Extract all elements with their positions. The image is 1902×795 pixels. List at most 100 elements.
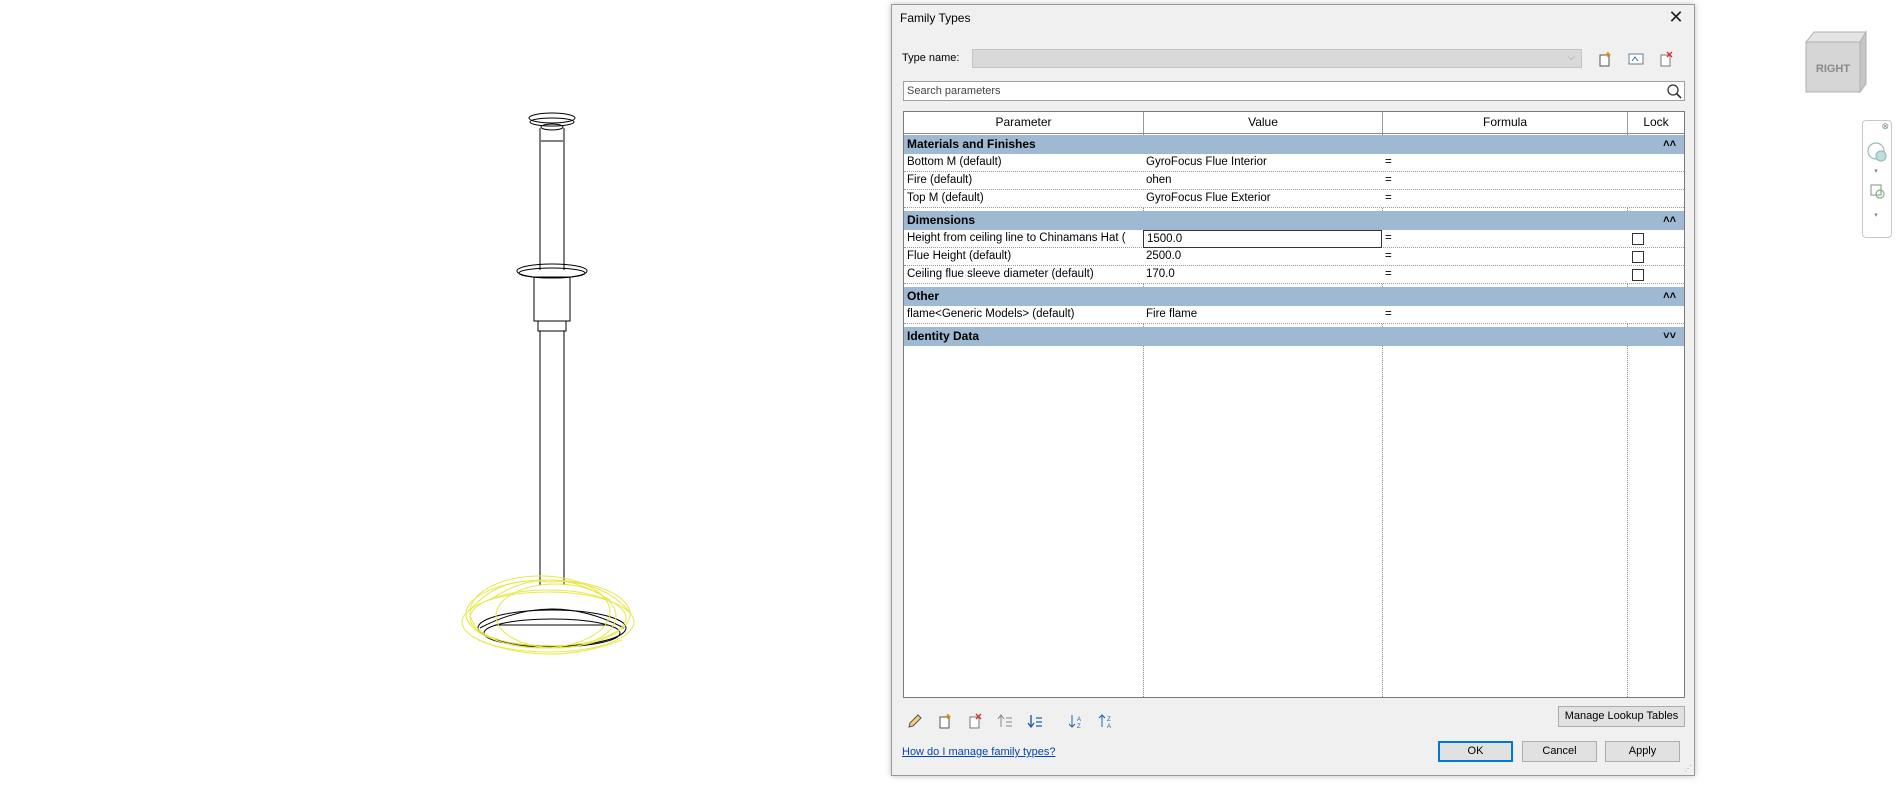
delete-parameter-button[interactable] bbox=[964, 711, 986, 731]
parameter-name: Top M (default) bbox=[907, 192, 984, 204]
manage-lookup-tables-button[interactable]: Manage Lookup Tables bbox=[1558, 706, 1685, 727]
parameter-formula[interactable]: = bbox=[1382, 306, 1627, 323]
column-header-formula[interactable]: Formula bbox=[1383, 112, 1628, 133]
group-title: Other bbox=[907, 289, 940, 303]
rename-type-icon bbox=[1628, 53, 1644, 65]
expand-icon[interactable]: ˅˅ bbox=[1663, 327, 1676, 346]
flame-wireframe bbox=[461, 575, 635, 655]
search-parameters-field[interactable] bbox=[903, 81, 1685, 101]
lock-checkbox[interactable] bbox=[1632, 269, 1644, 281]
lock-checkbox[interactable] bbox=[1632, 233, 1644, 245]
new-type-icon bbox=[1599, 52, 1611, 67]
close-icon[interactable]: ✕ bbox=[1666, 8, 1686, 28]
sort-descending-icon: ZA bbox=[1098, 714, 1111, 729]
svg-text:▾: ▾ bbox=[1874, 212, 1878, 219]
flue-model bbox=[477, 112, 627, 648]
move-up-button[interactable] bbox=[994, 711, 1016, 731]
parameter-row[interactable]: Height from ceiling line to Chinamans Ha… bbox=[904, 230, 1684, 248]
parameter-lock bbox=[1627, 154, 1684, 171]
parameters-grid: Parameter Value Formula Lock Materials a… bbox=[903, 111, 1685, 698]
collapse-icon[interactable]: ˄˄ bbox=[1663, 135, 1676, 154]
move-down-button[interactable] bbox=[1024, 711, 1046, 731]
parameter-name: Fire (default) bbox=[907, 174, 973, 186]
parameter-formula[interactable]: = bbox=[1382, 248, 1627, 265]
column-header-value[interactable]: Value bbox=[1144, 112, 1383, 133]
type-name-label: Type name: bbox=[902, 52, 960, 64]
parameter-name: Height from ceiling line to Chinamans Ha… bbox=[907, 232, 1126, 244]
zoom-icon bbox=[1870, 184, 1885, 199]
parameter-row[interactable]: Fire (default) ohen = bbox=[904, 172, 1684, 190]
new-type-button[interactable] bbox=[1595, 49, 1615, 69]
model-view-canvas[interactable] bbox=[0, 0, 890, 795]
sort-ascending-icon: AZ bbox=[1068, 715, 1081, 729]
rename-type-button[interactable] bbox=[1626, 49, 1646, 69]
group-title: Identity Data bbox=[907, 329, 980, 343]
navbar-tools: ▾ ▾ bbox=[1867, 142, 1887, 219]
move-up-icon bbox=[997, 714, 1012, 727]
svg-text:A: A bbox=[1107, 724, 1111, 729]
parameter-row[interactable]: Ceiling flue sleeve diameter (default) 1… bbox=[904, 266, 1684, 284]
navigation-bar[interactable]: ⊗ ▾ ▾ bbox=[1862, 120, 1892, 238]
group-other[interactable]: Other ˄˄ bbox=[904, 287, 1684, 306]
column-header-parameter[interactable]: Parameter bbox=[904, 112, 1144, 133]
delete-type-icon bbox=[1660, 51, 1673, 67]
svg-text:A: A bbox=[1077, 717, 1081, 723]
parameter-formula[interactable]: = bbox=[1382, 230, 1627, 247]
parameter-value[interactable]: Fire flame bbox=[1143, 306, 1382, 323]
parameter-value-input[interactable]: 1500.0 bbox=[1143, 230, 1382, 248]
parameter-value[interactable]: 2500.0 bbox=[1143, 248, 1382, 265]
new-parameter-button[interactable] bbox=[934, 711, 956, 731]
sort-descending-button[interactable]: ZA bbox=[1095, 711, 1117, 731]
parameter-lock bbox=[1627, 306, 1684, 323]
parameter-formula[interactable]: = bbox=[1382, 190, 1627, 207]
resize-grip-icon[interactable]: ⋰ bbox=[1684, 764, 1692, 773]
grid-header: Parameter Value Formula Lock bbox=[904, 112, 1684, 134]
navbar-close-icon[interactable]: ⊗ bbox=[1881, 121, 1889, 132]
parameter-lock bbox=[1627, 248, 1684, 265]
steering-wheel-icon bbox=[1867, 142, 1887, 162]
svg-text:▾: ▾ bbox=[1874, 168, 1878, 175]
group-identity-data[interactable]: Identity Data ˅˅ bbox=[904, 327, 1684, 346]
svg-text:Z: Z bbox=[1077, 724, 1081, 729]
dialog-title: Family Types bbox=[900, 11, 971, 25]
parameter-value[interactable]: ohen bbox=[1143, 172, 1382, 189]
parameter-lock bbox=[1627, 172, 1684, 189]
viewcube-face-label: RIGHT bbox=[1816, 63, 1851, 75]
parameter-formula[interactable]: = bbox=[1382, 154, 1627, 171]
help-link[interactable]: How do I manage family types? bbox=[902, 746, 1055, 758]
group-dimensions[interactable]: Dimensions ˄˄ bbox=[904, 211, 1684, 230]
ok-button[interactable]: OK bbox=[1438, 741, 1513, 762]
parameter-row[interactable]: flame<Generic Models> (default) Fire fla… bbox=[904, 306, 1684, 324]
search-icon[interactable] bbox=[1666, 83, 1682, 99]
family-types-dialog: Family Types ✕ Type name: ⌵ Parameter Va… bbox=[891, 4, 1695, 776]
apply-button[interactable]: Apply bbox=[1605, 741, 1680, 762]
parameter-row[interactable]: Bottom M (default) GyroFocus Flue Interi… bbox=[904, 154, 1684, 172]
cancel-button[interactable]: Cancel bbox=[1522, 741, 1597, 762]
parameter-value[interactable]: GyroFocus Flue Interior bbox=[1143, 154, 1382, 171]
collapse-icon[interactable]: ˄˄ bbox=[1663, 287, 1676, 306]
new-parameter-icon bbox=[939, 714, 951, 729]
delete-parameter-icon bbox=[969, 713, 982, 729]
move-down-icon bbox=[1027, 715, 1042, 729]
search-input[interactable] bbox=[904, 82, 1650, 99]
type-name-select[interactable]: ⌵ bbox=[972, 49, 1582, 68]
column-header-lock[interactable]: Lock bbox=[1628, 112, 1684, 133]
parameter-formula[interactable]: = bbox=[1382, 266, 1627, 283]
parameter-lock bbox=[1627, 266, 1684, 283]
parameter-row[interactable]: Top M (default) GyroFocus Flue Exterior … bbox=[904, 190, 1684, 208]
sort-ascending-button[interactable]: AZ bbox=[1065, 711, 1087, 731]
parameter-formula[interactable]: = bbox=[1382, 172, 1627, 189]
viewcube[interactable]: RIGHT bbox=[1800, 28, 1870, 98]
edit-parameter-button[interactable] bbox=[904, 711, 926, 731]
parameter-value[interactable]: 170.0 bbox=[1143, 266, 1382, 283]
lock-checkbox[interactable] bbox=[1632, 251, 1644, 263]
parameter-value[interactable]: GyroFocus Flue Exterior bbox=[1143, 190, 1382, 207]
parameter-name: Ceiling flue sleeve diameter (default) bbox=[907, 268, 1094, 280]
pencil-icon bbox=[908, 714, 922, 728]
collapse-icon[interactable]: ˄˄ bbox=[1663, 211, 1676, 230]
group-title: Materials and Finishes bbox=[907, 137, 1036, 151]
delete-type-button[interactable] bbox=[1656, 49, 1676, 69]
parameter-lock bbox=[1627, 230, 1684, 247]
group-materials-and-finishes[interactable]: Materials and Finishes ˄˄ bbox=[904, 135, 1684, 154]
parameter-row[interactable]: Flue Height (default) 2500.0 = bbox=[904, 248, 1684, 266]
